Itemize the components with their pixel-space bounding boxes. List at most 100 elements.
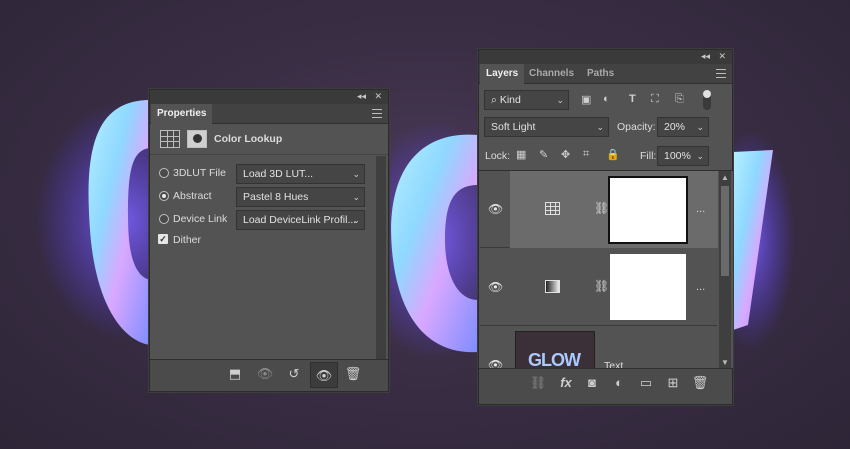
reset-icon[interactable]: ↺ — [285, 366, 303, 382]
layer-filter-value: Kind — [499, 94, 521, 106]
radio-3dlut-file[interactable] — [159, 168, 169, 178]
layer-mask-thumbnail[interactable] — [608, 176, 688, 244]
color-lookup-layer-icon — [545, 202, 560, 215]
tab-layers[interactable]: Layers — [480, 64, 525, 84]
thumbnail-text: GLOW — [528, 350, 581, 368]
fill-value: 100% — [664, 150, 691, 162]
smart-object-filter-icon[interactable]: ⎘ — [675, 93, 684, 106]
tab-properties[interactable]: Properties — [151, 104, 213, 124]
chevron-down-icon: ⌄ — [556, 95, 564, 105]
lock-position-icon[interactable]: ✥ — [561, 148, 570, 161]
radio-abstract[interactable] — [159, 191, 169, 201]
tab-paths[interactable]: Paths — [581, 64, 620, 84]
grid-table-icon — [160, 130, 180, 148]
fill-field[interactable]: 100% ⌄ — [657, 146, 709, 166]
layer-thumbnail: GLOW — [515, 331, 595, 368]
chevron-down-icon: ⌄ — [696, 122, 704, 132]
filter-toggle-switch[interactable] — [703, 90, 711, 110]
chevron-down-icon: ⌄ — [352, 192, 360, 202]
scrollbar-thumb[interactable] — [721, 186, 729, 276]
device-link-dropdown-value: Load DeviceLink Profil... — [243, 214, 357, 226]
trash-icon[interactable]: 🗑 — [344, 366, 362, 382]
blend-mode-value: Soft Light — [491, 121, 536, 133]
layers-panel: ◂◂ ✕ Layers Channels Paths ⌕ Kind ⌄ ▣ ◐ … — [478, 49, 733, 405]
trash-icon[interactable]: 🗑 — [691, 375, 709, 391]
new-adjustment-icon[interactable]: ◐ — [610, 375, 628, 391]
chevron-down-icon: ⌄ — [352, 215, 360, 225]
collapse-icon[interactable]: ◂◂ — [357, 91, 366, 102]
properties-scrollbar[interactable] — [376, 156, 386, 362]
lock-brush-icon[interactable]: ✎ — [539, 148, 548, 161]
layer-filter-dropdown[interactable]: ⌕ Kind ⌄ — [484, 90, 569, 110]
layers-footer: ⛓ fx ◙ ◐ ▭ ⊞ 🗑 — [479, 368, 732, 404]
abstract-dropdown[interactable]: Pastel 8 Hues ⌄ — [236, 187, 365, 207]
layer-row-gradient-map[interactable]: 👁 ⛓ ... — [480, 249, 717, 326]
opacity-value: 20% — [664, 121, 686, 133]
lock-all-icon[interactable]: 🔒 — [606, 148, 620, 161]
lock-artboard-icon[interactable]: ⌗ — [583, 148, 589, 161]
shape-filter-icon[interactable]: ⛶ — [651, 93, 659, 106]
eye-icon[interactable]: 👁 — [488, 280, 503, 294]
chevron-down-icon: ⌄ — [596, 122, 604, 132]
type-filter-icon[interactable]: T — [629, 93, 636, 105]
fx-icon[interactable]: fx — [557, 375, 575, 391]
layer-name[interactable]: Text — [604, 360, 623, 368]
opacity-label: Opacity: — [617, 121, 656, 133]
properties-titlebar[interactable]: ◂◂ ✕ — [150, 90, 388, 104]
clip-to-layer-icon[interactable]: ⬒ — [226, 366, 244, 382]
lock-label: Lock: — [485, 150, 511, 162]
option-label-abstract: Abstract — [173, 190, 212, 202]
layers-titlebar[interactable]: ◂◂ ✕ — [479, 50, 732, 64]
option-label-3dlut: 3DLUT File — [173, 167, 226, 179]
adjustment-filter-icon[interactable]: ◐ — [603, 93, 610, 105]
layer-mask-icon[interactable] — [187, 130, 207, 148]
layer-mask-thumbnail[interactable] — [610, 254, 686, 320]
eye-icon[interactable]: 👁 — [488, 202, 503, 216]
device-link-dropdown[interactable]: Load DeviceLink Profil... ⌄ — [236, 210, 365, 230]
more-options-icon[interactable]: ... — [696, 203, 705, 215]
divider — [150, 154, 388, 155]
panel-menu-icon[interactable] — [372, 109, 382, 118]
close-icon[interactable]: ✕ — [718, 51, 726, 62]
visibility-toggle-icon[interactable]: 👁 — [310, 362, 338, 388]
scroll-up-icon[interactable]: ▲ — [721, 173, 729, 182]
gradient-map-layer-icon — [545, 280, 560, 293]
eye-icon[interactable]: 👁 — [488, 358, 503, 368]
blend-mode-dropdown[interactable]: Soft Light ⌄ — [484, 117, 609, 137]
collapse-icon[interactable]: ◂◂ — [701, 51, 710, 62]
dither-checkbox[interactable]: ✓ — [158, 234, 168, 244]
option-label-device-link: Device Link — [173, 213, 228, 225]
opacity-field[interactable]: 20% ⌄ — [657, 117, 709, 137]
new-layer-icon[interactable]: ⊞ — [664, 375, 682, 391]
add-mask-icon[interactable]: ◙ — [583, 375, 601, 391]
link-icon[interactable]: ⛓ — [594, 201, 609, 215]
more-options-icon[interactable]: ... — [696, 281, 705, 293]
adjustment-name: Color Lookup — [214, 133, 283, 145]
fill-label: Fill: — [640, 150, 657, 162]
lock-transparent-icon[interactable]: ▦ — [516, 148, 526, 161]
chevron-down-icon: ⌄ — [696, 151, 704, 161]
layers-tabbar: Layers Channels Paths — [479, 64, 732, 84]
tab-channels[interactable]: Channels — [523, 64, 580, 84]
3dlut-dropdown-value: Load 3D LUT... — [243, 168, 314, 180]
link-icon[interactable]: ⛓ — [594, 279, 609, 293]
search-icon: ⌕ — [491, 94, 500, 106]
abstract-dropdown-value: Pastel 8 Hues — [243, 191, 309, 203]
layer-row-text[interactable]: 👁 GLOW Text — [480, 327, 717, 368]
layer-list: 👁 ⛓ ... 👁 ⛓ ... 👁 GLOW Text ▲ ▼ — [479, 170, 733, 368]
layers-scrollbar[interactable]: ▲ ▼ — [719, 171, 731, 368]
link-layers-icon[interactable]: ⛓ — [529, 375, 547, 391]
3dlut-dropdown[interactable]: Load 3D LUT... ⌄ — [236, 164, 365, 184]
chevron-down-icon: ⌄ — [352, 169, 360, 179]
panel-menu-icon[interactable] — [716, 69, 726, 78]
pixel-filter-icon[interactable]: ▣ — [581, 93, 591, 106]
scroll-down-icon[interactable]: ▼ — [721, 358, 729, 367]
new-group-icon[interactable]: ▭ — [637, 375, 655, 391]
view-previous-state-icon[interactable]: 👁 — [256, 366, 274, 382]
close-icon[interactable]: ✕ — [374, 91, 382, 102]
radio-device-link[interactable] — [159, 214, 169, 224]
adjustment-header: Color Lookup — [160, 130, 380, 150]
properties-footer: ⬒ 👁 ↺ 👁 🗑 — [150, 359, 388, 391]
properties-panel: ◂◂ ✕ Properties Color Lookup 3DLUT File … — [149, 89, 389, 392]
layer-row-color-lookup[interactable]: 👁 ⛓ ... — [480, 171, 718, 248]
